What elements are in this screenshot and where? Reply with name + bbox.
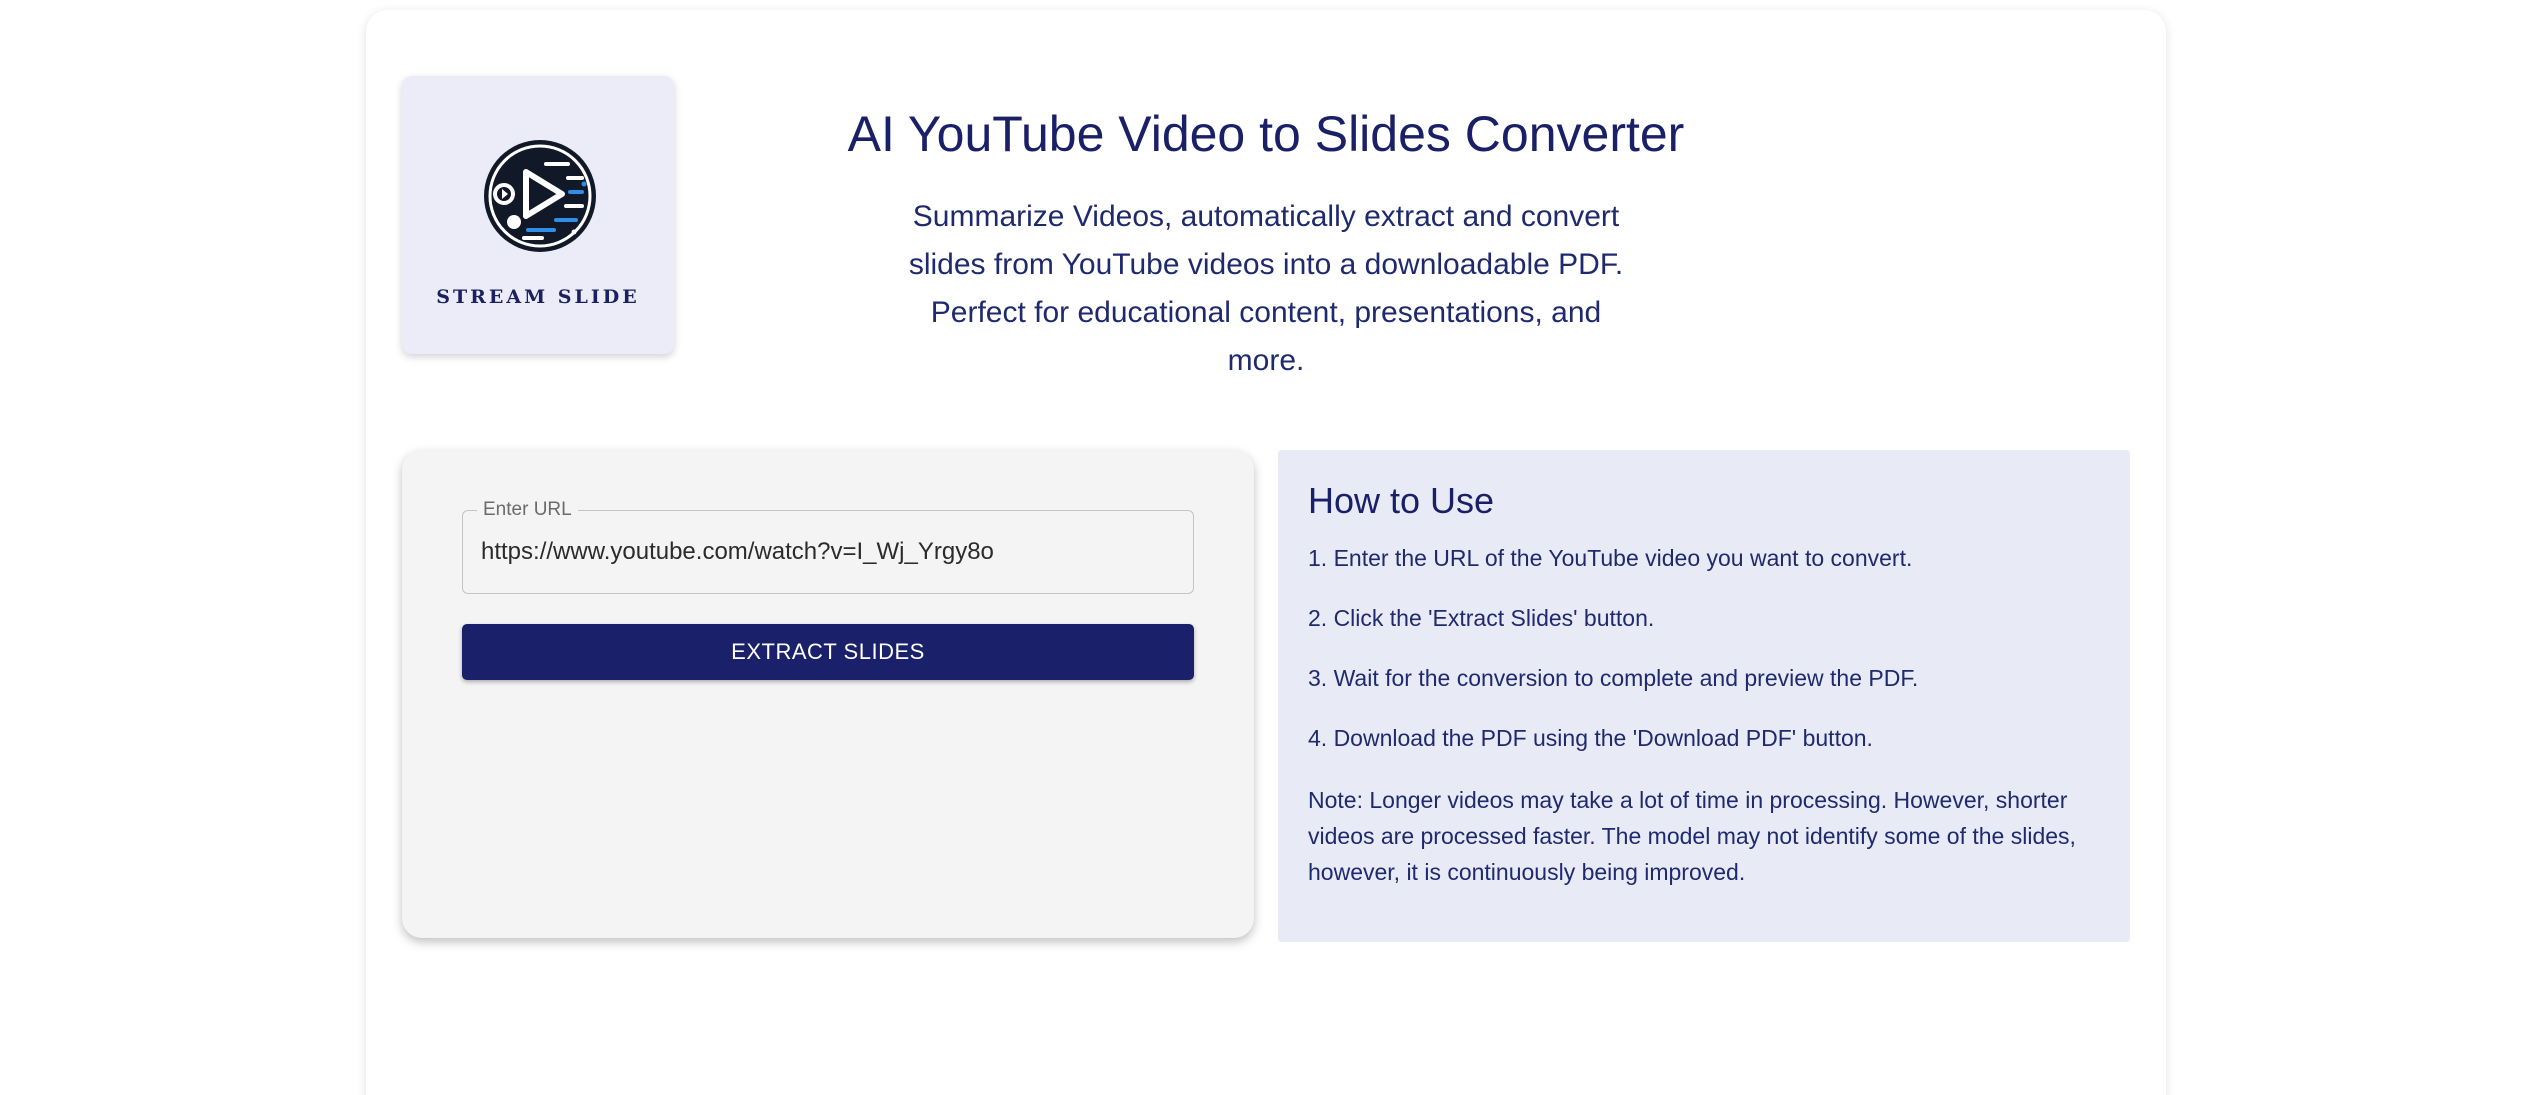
- url-input[interactable]: [481, 511, 1171, 593]
- url-field[interactable]: Enter URL: [462, 499, 1194, 594]
- how-to-step: 4. Download the PDF using the 'Download …: [1308, 725, 1873, 751]
- main-card: STREAM SLIDE AI YouTube Video to Slides …: [366, 10, 2166, 1095]
- how-to-step: 1. Enter the URL of the YouTube video yo…: [1308, 545, 1913, 571]
- how-to-use-panel: How to Use 1. Enter the URL of the YouTu…: [1278, 450, 2130, 942]
- page-header: AI YouTube Video to Slides Converter Sum…: [848, 105, 1685, 385]
- logo-text: STREAM SLIDE: [436, 286, 640, 308]
- how-to-use-title: How to Use: [1308, 480, 1495, 521]
- extract-slides-button[interactable]: EXTRACT SLIDES: [462, 624, 1194, 680]
- url-form-card: Enter URL EXTRACT SLIDES: [402, 450, 1254, 938]
- logo-card: STREAM SLIDE: [402, 76, 674, 354]
- page: STREAM SLIDE AI YouTube Video to Slides …: [0, 0, 2529, 1095]
- page-subtitle: Summarize Videos, automatically extract …: [908, 200, 1624, 377]
- how-to-step: 3. Wait for the conversion to complete a…: [1308, 665, 1919, 691]
- how-to-note: Note: Longer videos may take a lot of ti…: [1308, 787, 2076, 885]
- play-stream-icon: [484, 140, 596, 252]
- how-to-step: 2. Click the 'Extract Slides' button.: [1308, 605, 1655, 631]
- page-title: AI YouTube Video to Slides Converter: [847, 106, 1685, 162]
